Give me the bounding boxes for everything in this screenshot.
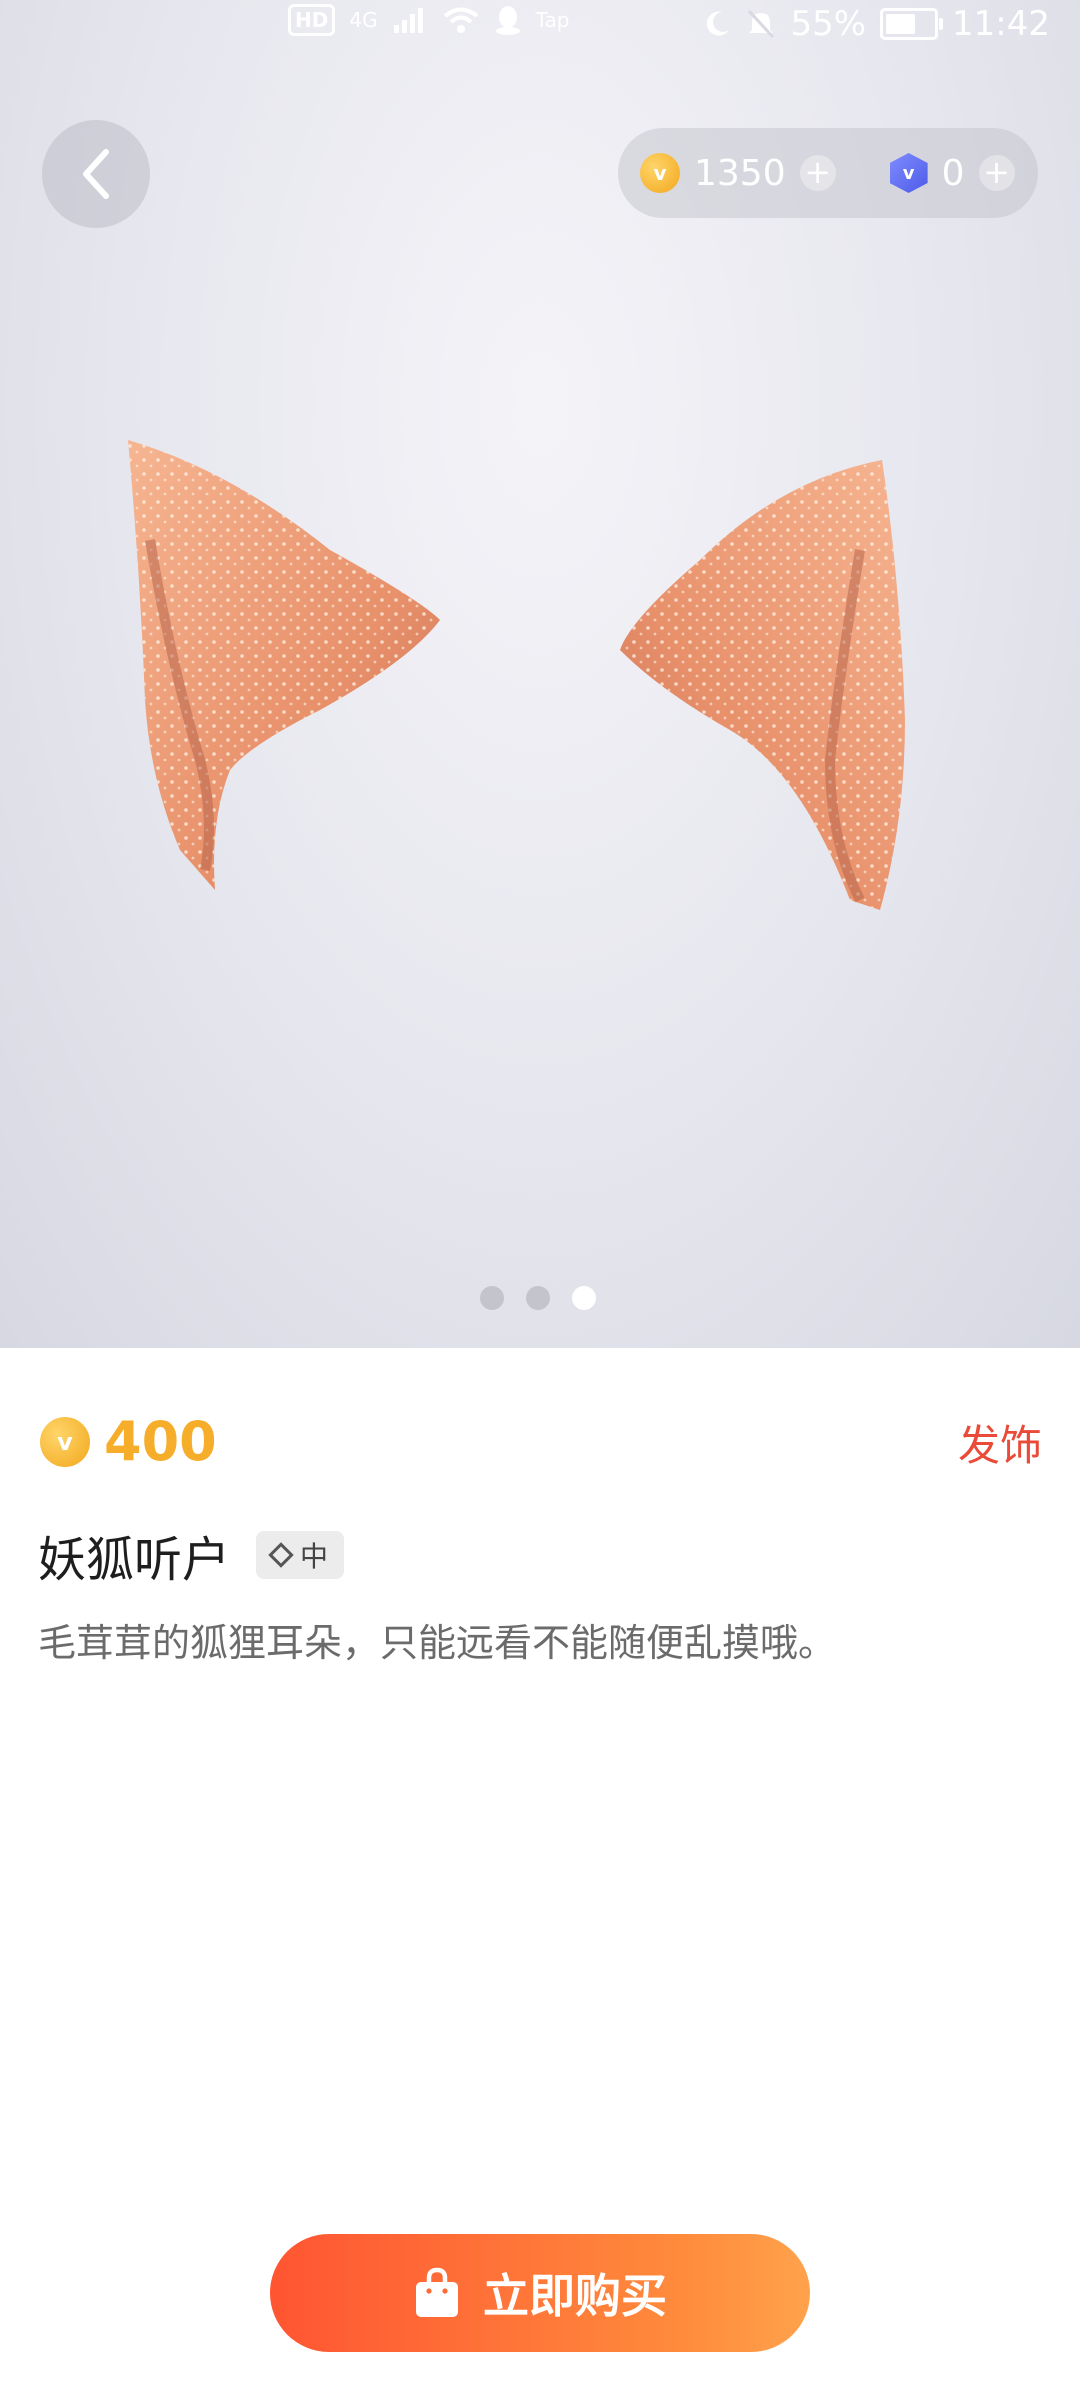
chevron-left-icon bbox=[83, 149, 109, 199]
item-description: 毛茸茸的狐狸耳朵，只能远看不能随便乱摸哦。 bbox=[38, 1621, 837, 1665]
mute-bell-icon bbox=[748, 9, 775, 39]
left-ear bbox=[128, 440, 440, 890]
price-row: v 400 bbox=[40, 1410, 217, 1473]
title-row: 妖狐听户 中 bbox=[38, 1520, 345, 1590]
battery-percent: 55% bbox=[790, 4, 867, 44]
right-ear bbox=[620, 460, 905, 910]
carousel-dot-active[interactable] bbox=[572, 1286, 596, 1310]
hd-badge: HD bbox=[288, 4, 336, 36]
gem-balance: 0 bbox=[941, 152, 965, 194]
currency-bar: v 1350 + v 0 + bbox=[618, 128, 1038, 218]
fox-ears-image bbox=[128, 440, 905, 910]
coin-balance: 1350 bbox=[694, 152, 786, 194]
back-button[interactable] bbox=[42, 120, 150, 228]
clock: 11:42 bbox=[952, 4, 1050, 44]
item-name: 妖狐听户 bbox=[38, 1532, 231, 1588]
status-bar: HD 4G Tap 55% 11:42 bbox=[0, 0, 1080, 52]
coin-icon: v bbox=[640, 153, 680, 193]
signal-icon bbox=[393, 8, 423, 33]
carousel-dot[interactable] bbox=[526, 1286, 550, 1310]
buy-now-label: 立即购买 bbox=[483, 2269, 667, 2323]
qq-icon bbox=[495, 6, 520, 35]
shopping-bag-icon bbox=[416, 2267, 458, 2317]
item-category: 发饰 bbox=[957, 1421, 1042, 1470]
product-preview[interactable]: HD 4G Tap 55% 11:42 v 1350 + v 0 + bbox=[0, 0, 1080, 1348]
rarity-label: 中 bbox=[300, 1540, 329, 1573]
carousel-dot[interactable] bbox=[480, 1286, 504, 1310]
network-type: 4G bbox=[349, 8, 378, 32]
add-gems-button[interactable]: + bbox=[978, 155, 1015, 191]
battery-icon bbox=[880, 8, 944, 40]
diamond-icon bbox=[268, 1542, 294, 1568]
carousel-indicator bbox=[480, 1286, 596, 1310]
add-coins-button[interactable]: + bbox=[799, 155, 836, 191]
tap-badge: Tap bbox=[535, 8, 570, 32]
rarity-badge: 中 bbox=[256, 1531, 345, 1579]
coin-icon: v bbox=[40, 1416, 90, 1467]
buy-now-button[interactable]: 立即购买 bbox=[270, 2234, 810, 2352]
wifi-icon bbox=[443, 7, 478, 33]
gem-icon: v bbox=[889, 153, 928, 193]
moon-icon bbox=[707, 11, 730, 36]
item-price: 400 bbox=[104, 1410, 217, 1473]
